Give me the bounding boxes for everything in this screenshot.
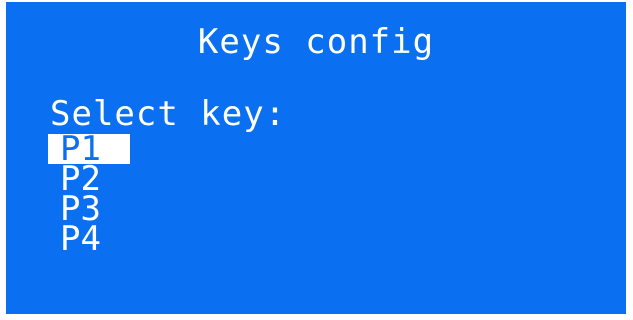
display-frame: Keys config Select key: P1 P2 P3 P4 (0, 0, 633, 320)
key-option-p4[interactable]: P4 (48, 222, 110, 256)
screen-title: Keys config (197, 22, 435, 62)
select-key-prompt: Select key: (50, 94, 287, 134)
config-screen: Keys config Select key: P1 P2 P3 P4 (6, 2, 626, 314)
key-list: P1 P2 P3 P4 (48, 132, 130, 256)
